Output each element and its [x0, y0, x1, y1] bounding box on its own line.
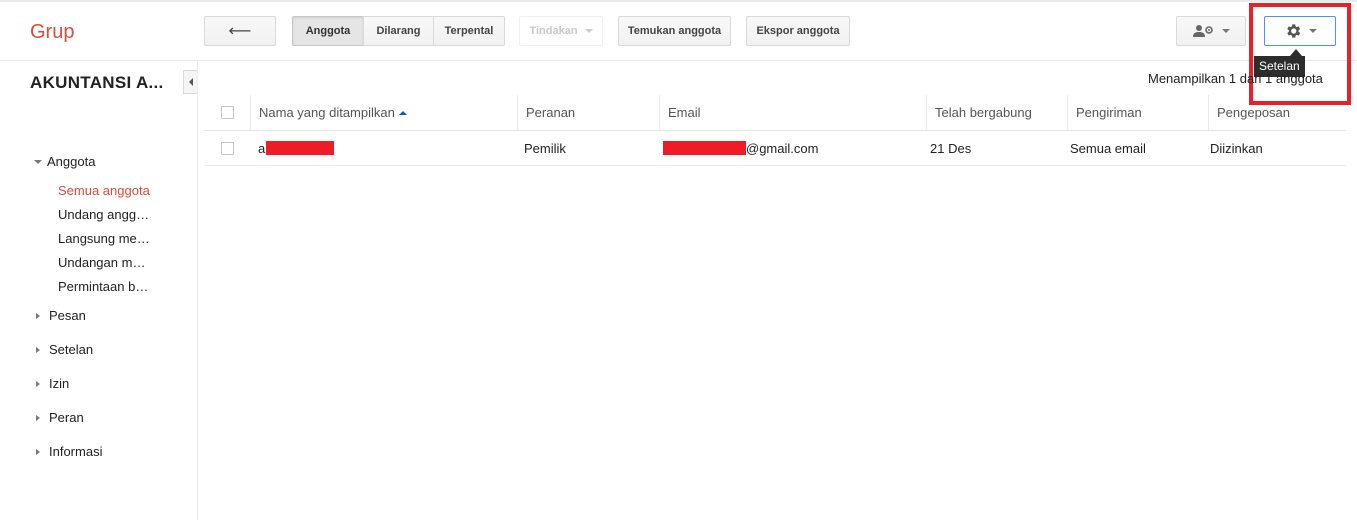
member-email-suffix: @gmail.com [746, 140, 819, 156]
sidebar-subitem-invite-members[interactable]: Undang angg… [58, 207, 149, 222]
sidebar-item-label: Izin [49, 376, 70, 391]
sidebar-subitem-requests[interactable]: Permintaan b… [58, 279, 148, 294]
sidebar-item-information[interactable]: Informasi [34, 444, 102, 459]
redaction-bar [266, 141, 335, 155]
header: Grup ⟵ Anggota Dilarang Terpental Tindak… [0, 2, 1357, 61]
table-row[interactable]: a Pemilik @gmail.com 21 Des Semua email … [204, 131, 1346, 166]
sidebar-item-members[interactable]: Anggota [34, 154, 95, 169]
sidebar: AKUNTANSI A... Anggota Semua anggota Und… [0, 61, 198, 520]
sidebar-item-label: Pesan [49, 308, 86, 323]
expand-right-icon [36, 380, 40, 387]
back-button[interactable]: ⟵ [204, 16, 276, 46]
column-header-posting[interactable]: Pengeposan [1208, 95, 1346, 130]
expand-right-icon [36, 312, 40, 319]
column-header-joined[interactable]: Telah bergabung [926, 95, 1067, 130]
sidebar-item-label: Peran [49, 410, 84, 425]
chevron-left-icon [188, 78, 193, 86]
sidebar-subitem-all-members[interactable]: Semua anggota [58, 183, 150, 198]
sidebar-item-label: Informasi [49, 444, 103, 459]
row-select-cell [221, 131, 234, 165]
member-role-cell: Pemilik [524, 140, 566, 156]
tab-members[interactable]: Anggota [292, 16, 364, 46]
tab-bounced[interactable]: Terpental [433, 16, 505, 46]
expand-down-icon [34, 159, 42, 164]
collapse-sidebar-button[interactable] [183, 70, 197, 94]
member-joined-cell: 21 Des [930, 140, 972, 156]
column-header-role[interactable]: Peranan [517, 95, 659, 130]
sidebar-subitem-direct-add[interactable]: Langsung me… [58, 231, 150, 246]
column-header-delivery[interactable]: Pengiriman [1067, 95, 1208, 130]
back-arrow-icon: ⟵ [228, 23, 252, 40]
column-header-email[interactable]: Email [659, 95, 926, 130]
member-posting-cell[interactable]: Diizinkan [1210, 131, 1263, 165]
app-logo[interactable]: Grup [30, 21, 74, 44]
sidebar-item-label: Anggota [47, 154, 96, 169]
group-name[interactable]: AKUNTANSI A... [30, 73, 164, 93]
chevron-down-icon [584, 29, 593, 33]
export-members-button[interactable]: Ekspor anggota [746, 16, 850, 46]
row-checkbox[interactable] [221, 141, 234, 155]
member-count-label: Menampilkan 1 dari 1 anggota [1148, 71, 1323, 86]
highlight-box [1249, 3, 1351, 105]
select-all-checkbox[interactable] [220, 106, 234, 119]
sidebar-item-settings[interactable]: Setelan [34, 342, 93, 357]
member-email-cell: @gmail.com [663, 131, 818, 165]
find-members-button[interactable]: Temukan anggota [618, 16, 731, 46]
sidebar-item-roles[interactable]: Peran [34, 410, 84, 425]
sidebar-item-label: Setelan [49, 342, 94, 357]
person-add-icon [1192, 25, 1213, 37]
expand-right-icon [36, 448, 40, 455]
chevron-down-icon [1221, 29, 1230, 33]
member-delivery-cell[interactable]: Semua email [1070, 131, 1146, 165]
sidebar-item-permissions[interactable]: Izin [34, 376, 69, 391]
add-member-button[interactable] [1176, 16, 1246, 46]
sidebar-subitem-invitations[interactable]: Undangan m… [58, 255, 145, 270]
tab-banned[interactable]: Dilarang [363, 16, 434, 46]
column-header-label: Nama yang ditampilkan [259, 105, 395, 120]
expand-right-icon [36, 346, 40, 353]
member-name-prefix: a [258, 140, 266, 156]
table-header: Nama yang ditampilkan Peranan Email Tela… [204, 95, 1346, 131]
expand-right-icon [36, 414, 40, 421]
member-name-cell[interactable]: a [258, 131, 335, 165]
column-header-display-name[interactable]: Nama yang ditampilkan [250, 95, 517, 130]
sidebar-item-messages[interactable]: Pesan [34, 308, 86, 323]
redaction-bar [663, 141, 746, 155]
select-all-cell [204, 95, 250, 130]
sort-ascending-icon [398, 110, 407, 115]
actions-dropdown[interactable]: Tindakan [519, 16, 603, 46]
actions-label: Tindakan [529, 25, 578, 37]
